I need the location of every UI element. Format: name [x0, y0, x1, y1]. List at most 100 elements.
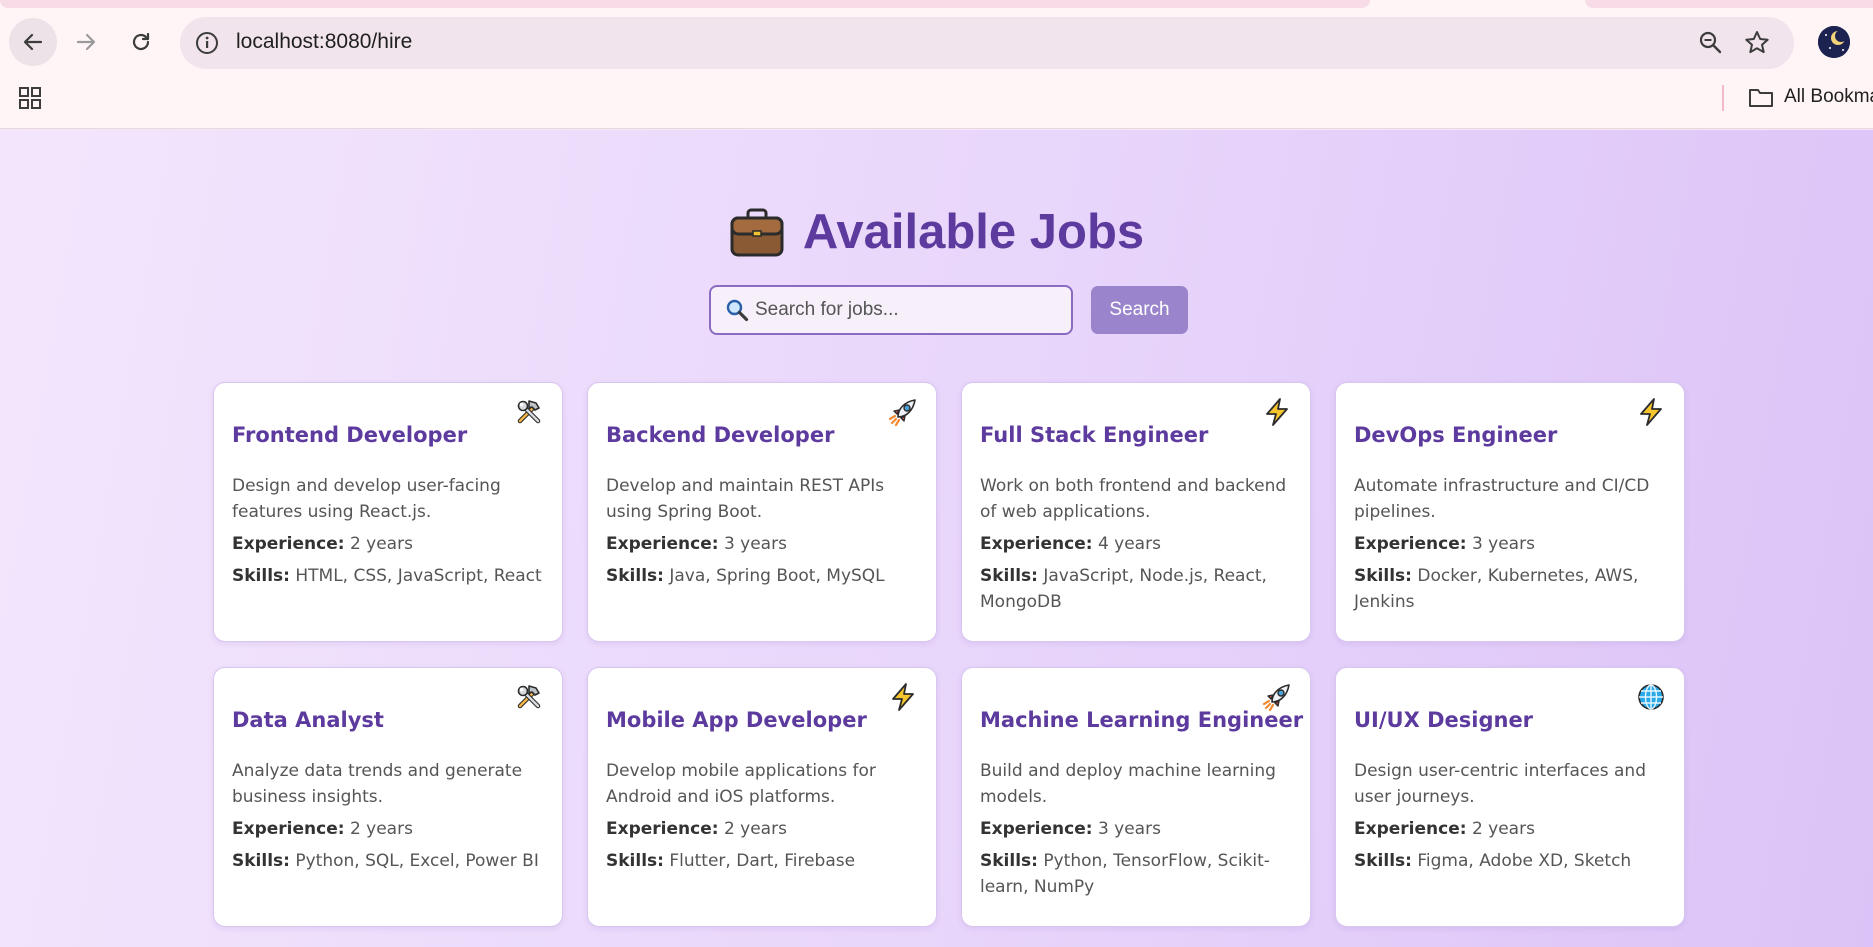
job-skills: Skills: Docker, Kubernetes, AWS, Jenkins: [1354, 563, 1666, 615]
skills-value: Java, Spring Boot, MySQL: [669, 566, 885, 586]
job-description: Work on both frontend and backend of web…: [980, 476, 1287, 522]
job-title[interactable]: DevOps Engineer: [1354, 423, 1666, 447]
job-skills: Skills: Python, TensorFlow, Scikit-learn…: [980, 848, 1292, 900]
hammer-wrench-icon: [514, 397, 544, 427]
lightning-icon: [1636, 397, 1666, 427]
experience-label: Experience:: [232, 819, 345, 839]
zoom-icon[interactable]: [1698, 30, 1724, 56]
experience-value: 3 years: [1097, 819, 1161, 839]
arrow-left-icon: [23, 33, 43, 51]
briefcase-icon: [730, 208, 784, 257]
job-description: Develop and maintain REST APIs using Spr…: [606, 476, 885, 522]
job-grid: Frontend Developer Design and develop us…: [213, 382, 1685, 927]
bookmarks-bar: [0, 78, 1873, 129]
experience-value: 2 years: [349, 534, 413, 554]
job-experience: Experience: 2 years: [232, 816, 544, 842]
skills-label: Skills:: [1354, 851, 1412, 871]
job-experience: Experience: 2 years: [232, 531, 544, 557]
job-experience: Experience: 3 years: [1354, 531, 1666, 557]
skills-value: Python, SQL, Excel, Power BI: [295, 851, 539, 871]
skills-label: Skills:: [980, 851, 1038, 871]
job-card[interactable]: Full Stack Engineer Work on both fronten…: [961, 382, 1311, 642]
skills-label: Skills:: [980, 566, 1038, 586]
job-title[interactable]: Full Stack Engineer: [980, 423, 1292, 447]
job-title[interactable]: Data Analyst: [232, 708, 544, 732]
job-card[interactable]: Backend Developer Develop and maintain R…: [587, 382, 937, 642]
experience-label: Experience:: [606, 819, 719, 839]
experience-value: 2 years: [349, 819, 413, 839]
job-skills: Skills: Figma, Adobe XD, Sketch: [1354, 848, 1666, 874]
job-skills: Skills: Java, Spring Boot, MySQL: [606, 563, 918, 589]
job-title[interactable]: UI/UX Designer: [1354, 708, 1666, 732]
job-card[interactable]: Frontend Developer Design and develop us…: [213, 382, 563, 642]
job-skills: Skills: HTML, CSS, JavaScript, React: [232, 563, 544, 589]
arrow-right-icon: [76, 33, 96, 51]
profile-avatar[interactable]: [1818, 26, 1850, 58]
experience-label: Experience:: [980, 819, 1093, 839]
skills-label: Skills:: [606, 851, 664, 871]
skills-value: Figma, Adobe XD, Sketch: [1417, 851, 1632, 871]
address-bar[interactable]: localhost:8080/hire: [180, 17, 1794, 69]
skills-value: Flutter, Dart, Firebase: [669, 851, 856, 871]
hammer-wrench-icon: [514, 682, 544, 712]
lightning-icon: [888, 682, 918, 712]
rocket-icon: [1262, 682, 1292, 712]
page-heading: Available Jobs: [0, 204, 1873, 260]
job-experience: Experience: 2 years: [606, 816, 918, 842]
skills-label: Skills:: [606, 566, 664, 586]
skills-value: HTML, CSS, JavaScript, React: [295, 566, 542, 586]
job-card[interactable]: Machine Learning Engineer Build and depl…: [961, 667, 1311, 927]
all-bookmarks-label[interactable]: All Bookmarks: [1784, 86, 1873, 108]
info-icon[interactable]: [194, 30, 220, 56]
bookmarks-divider: [1722, 85, 1724, 111]
forward-button[interactable]: [62, 18, 110, 66]
bookmark-star-icon[interactable]: [1743, 29, 1771, 57]
page-content: Available Jobs Search Frontend Developer…: [0, 130, 1873, 947]
skills-label: Skills:: [232, 566, 290, 586]
back-button[interactable]: [9, 18, 57, 66]
job-skills: Skills: Python, SQL, Excel, Power BI: [232, 848, 544, 874]
inactive-tab[interactable]: [1585, 0, 1873, 8]
experience-label: Experience:: [980, 534, 1093, 554]
job-card[interactable]: Mobile App Developer Develop mobile appl…: [587, 667, 937, 927]
job-title[interactable]: Machine Learning Engineer: [980, 708, 1303, 732]
job-title[interactable]: Backend Developer: [606, 423, 918, 447]
job-skills: Skills: Flutter, Dart, Firebase: [606, 848, 918, 874]
experience-value: 2 years: [1471, 819, 1535, 839]
job-experience: Experience: 3 years: [606, 531, 918, 557]
job-description: Analyze data trends and generate busines…: [232, 761, 523, 807]
job-description: Design and develop user-facing features …: [232, 476, 501, 522]
job-experience: Experience: 2 years: [1354, 816, 1666, 842]
job-description: Automate infrastructure and CI/CD pipeli…: [1354, 476, 1650, 522]
reload-icon: [132, 32, 150, 51]
skills-label: Skills:: [232, 851, 290, 871]
globe-icon: [1636, 682, 1666, 712]
rocket-icon: [888, 397, 918, 427]
folder-icon[interactable]: [1748, 86, 1774, 108]
magnifier-icon: [726, 299, 749, 322]
job-title[interactable]: Frontend Developer: [232, 423, 544, 447]
apps-grid-icon[interactable]: [18, 86, 42, 110]
job-card[interactable]: DevOps Engineer Automate infrastructure …: [1335, 382, 1685, 642]
search-box[interactable]: [709, 285, 1073, 335]
job-card[interactable]: Data Analyst Analyze data trends and gen…: [213, 667, 563, 927]
experience-value: 4 years: [1097, 534, 1161, 554]
browser-toolbar: localhost:8080/hire: [0, 8, 1873, 78]
experience-label: Experience:: [1354, 819, 1467, 839]
job-experience: Experience: 4 years: [980, 531, 1292, 557]
experience-label: Experience:: [232, 534, 345, 554]
job-card[interactable]: UI/UX Designer Design user-centric inter…: [1335, 667, 1685, 927]
url-text[interactable]: localhost:8080/hire: [236, 30, 412, 54]
experience-value: 2 years: [723, 819, 787, 839]
experience-value: 3 years: [723, 534, 787, 554]
active-tab[interactable]: [0, 0, 1370, 8]
skills-label: Skills:: [1354, 566, 1412, 586]
experience-value: 3 years: [1471, 534, 1535, 554]
job-title[interactable]: Mobile App Developer: [606, 708, 918, 732]
experience-label: Experience:: [1354, 534, 1467, 554]
search-button[interactable]: Search: [1091, 286, 1188, 334]
search-input[interactable]: [755, 295, 1055, 325]
reload-button[interactable]: [117, 18, 165, 66]
page-title: Available Jobs: [802, 205, 1145, 259]
tab-strip: [0, 0, 1873, 8]
